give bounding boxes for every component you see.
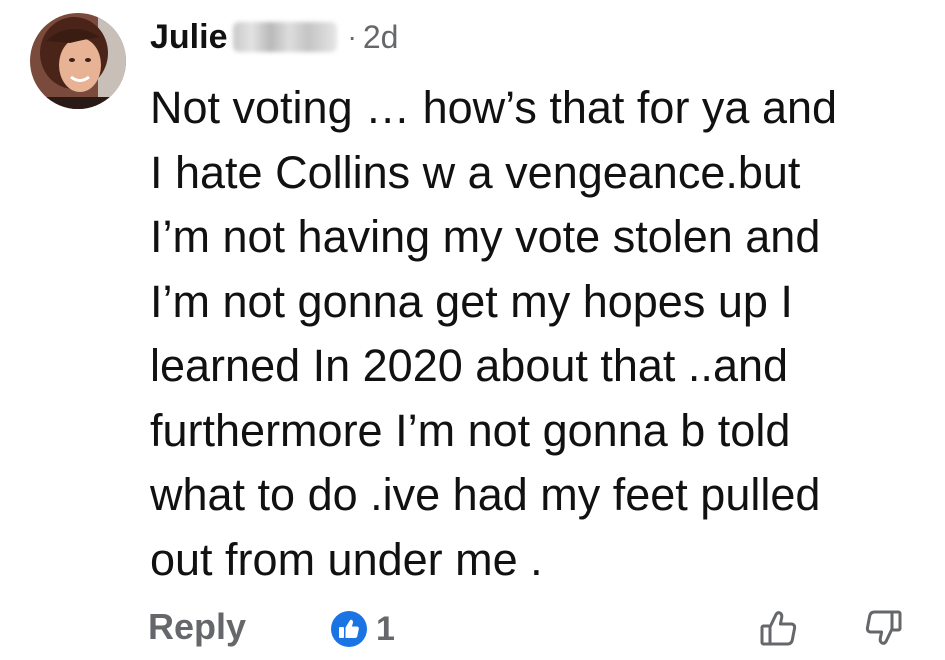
upvote-button[interactable] xyxy=(756,605,802,651)
comment-body-line: learned In 2020 about that ..and xyxy=(150,340,789,391)
thumbs-down-outline-icon xyxy=(865,610,902,645)
comment-body-line: I hate Collins w a vengeance.but xyxy=(150,146,801,198)
thumbs-up-outline-icon xyxy=(760,611,797,646)
comment-body-line: I’m not gonna get my hopes up I xyxy=(150,275,793,327)
like-icon xyxy=(331,611,367,647)
comment-body-line: I’m not having my vote stolen and xyxy=(150,211,821,262)
comment-header: Julie · 2d xyxy=(150,14,398,60)
comment-body: Not voting … how’s that for ya and I hat… xyxy=(150,76,930,592)
redacted-surname xyxy=(233,22,338,52)
timestamp[interactable]: 2d xyxy=(363,19,399,56)
comment-body-line: what to do .ive had my feet pulled xyxy=(150,469,821,520)
reaction-summary[interactable]: 1 xyxy=(330,610,395,648)
separator-dot: · xyxy=(347,21,357,52)
author-name[interactable]: Julie xyxy=(150,18,227,57)
reaction-count: 1 xyxy=(376,609,395,648)
comment-body-line: furthermore I’m not gonna b told xyxy=(150,404,791,456)
downvote-button[interactable] xyxy=(860,605,906,651)
reply-button[interactable]: Reply xyxy=(148,606,246,648)
comment-body-line: out from under me . xyxy=(150,533,543,585)
comment-body-line: Not voting … how’s that for ya and xyxy=(150,82,838,133)
avatar-photo xyxy=(30,13,126,109)
comment: Julie · 2d Not voting … how’s that for y… xyxy=(0,0,945,660)
avatar[interactable] xyxy=(30,13,126,109)
